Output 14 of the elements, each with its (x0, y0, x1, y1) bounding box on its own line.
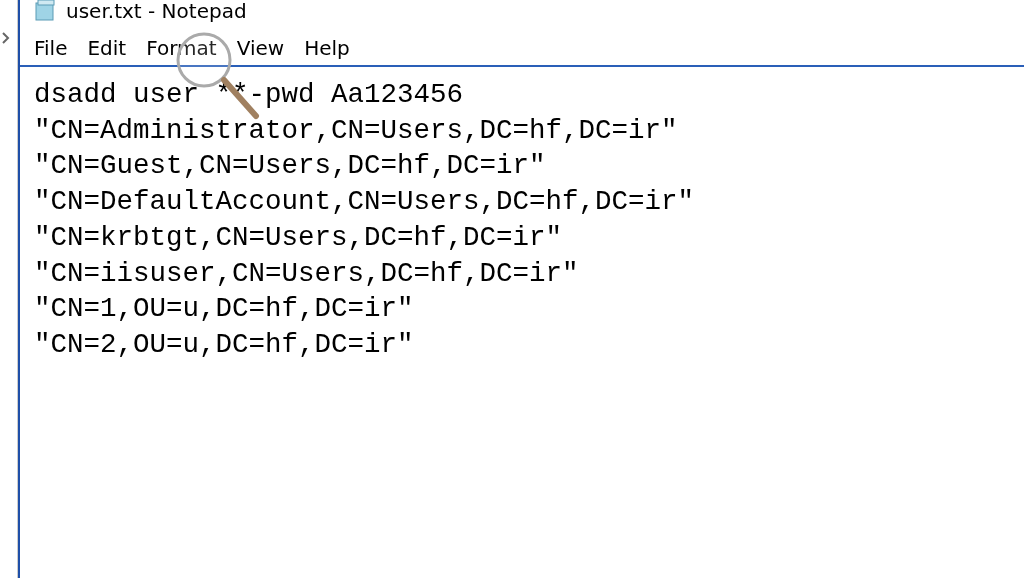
text-line: "CN=2,OU=u,DC=hf,DC=ir" (34, 327, 415, 362)
text-line: "CN=Administrator,CN=Users,DC=hf,DC=ir" (34, 113, 679, 148)
chevron-icon[interactable] (2, 32, 10, 44)
menu-item[interactable]: View (228, 30, 297, 65)
text-line: "CN=DefaultAccount,CN=Users,DC=hf,DC=ir" (34, 185, 696, 220)
menu-item[interactable]: Help (296, 30, 362, 65)
text-line: "CN=krbtgt,CN=Users,DC=hf,DC=ir" (34, 220, 564, 255)
window-title: user.txt - Notepad (66, 0, 247, 23)
text-line: "CN=Guest,CN=Users,DC=hf,DC=ir" (34, 149, 547, 184)
notepad-icon (34, 0, 56, 22)
menu-item[interactable]: Edit (79, 30, 139, 65)
text-line: "CN=1,OU=u,DC=hf,DC=ir" (34, 292, 415, 327)
text-line: "CN=iisuser,CN=Users,DC=hf,DC=ir" (34, 256, 580, 291)
menu-item[interactable]: File (26, 30, 80, 65)
